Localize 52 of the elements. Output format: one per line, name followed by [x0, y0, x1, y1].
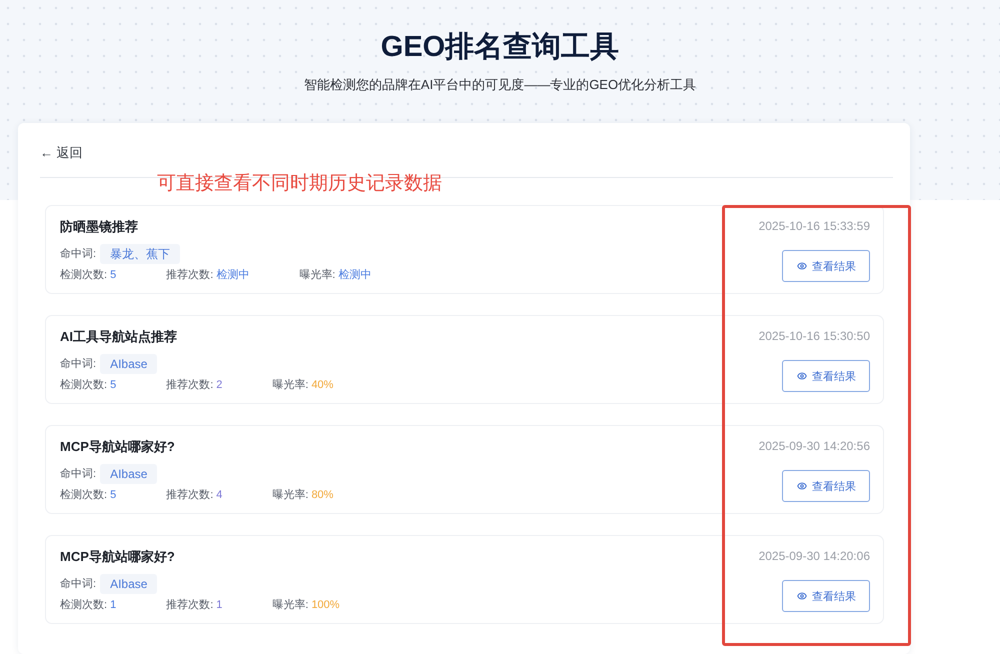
- record-title: AI工具导航站点推荐: [60, 328, 178, 346]
- back-link[interactable]: ← 返回: [40, 143, 83, 163]
- view-results-button[interactable]: 查看结果: [782, 470, 870, 502]
- eye-icon: [797, 481, 807, 491]
- stat-label: 推荐次数:: [166, 378, 214, 393]
- stat-label: 检测次数:: [60, 598, 108, 613]
- stat-value: 5: [110, 488, 116, 503]
- keyword-tag: 暴龙、蕉下: [100, 244, 180, 264]
- stat-label: 曝光率:: [272, 598, 308, 613]
- stat-value: 1: [216, 598, 222, 613]
- hit-words-label: 命中词:: [60, 357, 96, 372]
- stat-label: 检测次数:: [60, 488, 108, 503]
- stat-value: 检测中: [338, 268, 372, 283]
- view-results-button[interactable]: 查看结果: [782, 360, 870, 392]
- view-results-button[interactable]: 查看结果: [782, 580, 870, 612]
- keyword-tag: AIbase: [100, 354, 158, 374]
- stat-value: 5: [110, 268, 116, 283]
- hit-words-label: 命中词:: [60, 467, 96, 482]
- stat-value: 5: [110, 378, 116, 393]
- stat-label: 推荐次数:: [166, 488, 214, 503]
- record-title: MCP导航站哪家好?: [60, 438, 176, 456]
- record-timestamp: 2025-09-30 14:20:56: [758, 438, 870, 454]
- keyword-tag: AIbase: [100, 574, 158, 594]
- stat-value: 100%: [311, 598, 340, 613]
- stat-label: 曝光率:: [272, 488, 308, 503]
- hit-words-label: 命中词:: [60, 577, 96, 592]
- stat-label: 检测次数:: [60, 268, 108, 283]
- stat-label: 曝光率:: [299, 268, 336, 283]
- record-timestamp: 2025-09-30 14:20:06: [758, 548, 870, 564]
- stat-value: 40%: [311, 378, 334, 393]
- annotation-note: 可直接查看不同时期历史记录数据: [157, 172, 442, 196]
- stat-label: 推荐次数:: [166, 598, 214, 613]
- record-title: MCP导航站哪家好?: [60, 548, 176, 566]
- view-results-button[interactable]: 查看结果: [782, 250, 870, 282]
- stat-label: 检测次数:: [60, 378, 108, 393]
- eye-icon: [797, 371, 807, 381]
- stat-value: 检测中: [216, 268, 250, 283]
- stat-value: 2: [216, 378, 222, 393]
- stat-value: 4: [216, 488, 222, 503]
- keyword-tag: AIbase: [100, 464, 158, 484]
- record-timestamp: 2025-10-16 15:33:59: [758, 218, 870, 234]
- stat-value: 80%: [311, 488, 334, 503]
- record-title: 防晒墨镜推荐: [60, 218, 139, 236]
- stat-label: 曝光率:: [272, 378, 308, 393]
- stat-value: 1: [110, 598, 116, 613]
- stat-label: 推荐次数:: [166, 268, 214, 283]
- page-title: GEO排名查询工具: [380, 30, 620, 65]
- record-timestamp: 2025-10-16 15:30:50: [758, 328, 870, 344]
- eye-icon: [797, 591, 807, 601]
- hit-words-label: 命中词:: [60, 247, 96, 262]
- eye-icon: [797, 261, 807, 271]
- page-subtitle: 智能检测您的品牌在AI平台中的可见度——专业的GEO优化分析工具: [304, 76, 696, 94]
